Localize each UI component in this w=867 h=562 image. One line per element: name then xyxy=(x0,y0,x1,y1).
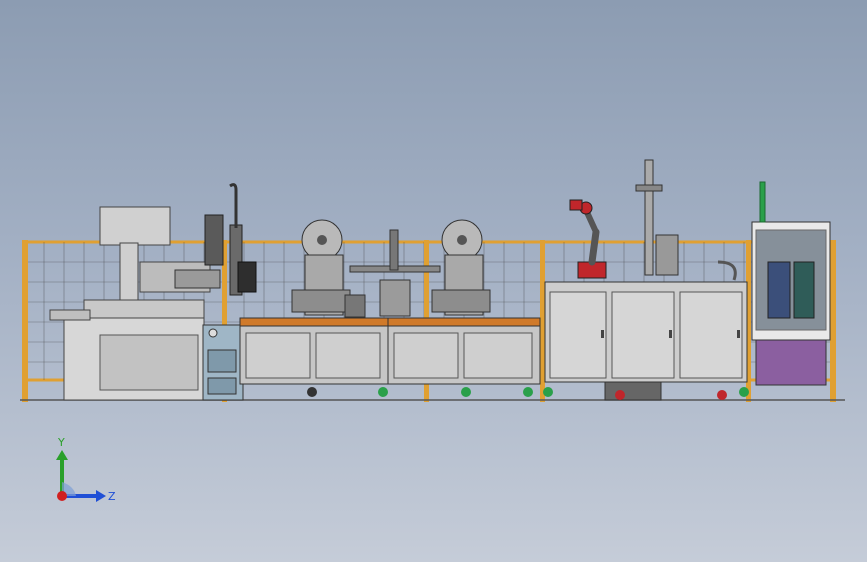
assembly-line-model[interactable] xyxy=(0,0,867,562)
x-axis-origin xyxy=(57,491,67,501)
robot-cabinet xyxy=(544,281,748,401)
reel-station-2 xyxy=(431,219,491,316)
workbench-1 xyxy=(239,317,389,385)
cad-viewport[interactable]: Y Z xyxy=(0,0,867,562)
tester-cabinet xyxy=(751,181,831,386)
reel-station-1 xyxy=(291,219,351,316)
workbench-2 xyxy=(387,317,541,385)
control-box xyxy=(202,324,244,401)
axis-triad: Y Z xyxy=(56,436,116,503)
z-axis-label: Z xyxy=(108,490,116,503)
robot-arm xyxy=(569,199,607,279)
press-machine xyxy=(49,206,221,401)
y-axis-label: Y xyxy=(57,436,65,449)
z-arrow-head xyxy=(96,490,106,502)
casters xyxy=(307,387,749,400)
y-arrow-head xyxy=(56,450,68,460)
